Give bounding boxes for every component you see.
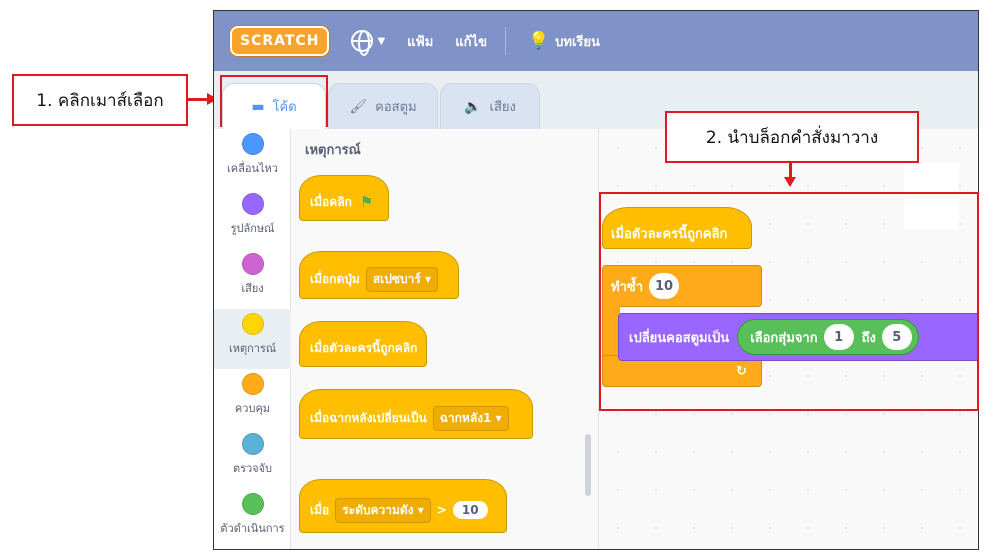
greater-than-label: > (436, 503, 447, 517)
when-sprite-clicked-block[interactable]: เมื่อตัวละครนี้ถูกคลิก (299, 321, 427, 367)
category-dot-icon (241, 433, 264, 455)
block-categories: เคลื่อนไหว รูปลักษณ์ เสียง เหตุการณ์ ควบ… (214, 129, 291, 549)
tab-code[interactable]: ▬ โค้ด (222, 83, 326, 129)
globe-icon (351, 30, 374, 56)
category-events[interactable]: เหตุการณ์ (214, 309, 291, 369)
speaker-icon: 🔈 (464, 98, 482, 115)
category-label: ตัวดำเนินการ (220, 522, 285, 535)
tab-code-label: โค้ด (272, 100, 297, 115)
tab-costumes[interactable]: 🖌 คอสตูม (328, 83, 438, 129)
dropdown-value: สเปซบาร์ (372, 271, 421, 286)
tab-sounds-label: เสียง (489, 100, 516, 115)
category-label: ตรวจจับ (232, 462, 273, 475)
chevron-down-icon: ▼ (377, 35, 386, 47)
category-sound[interactable]: เสียง (214, 249, 291, 309)
dropdown-value: ระดับความดัง (342, 502, 414, 517)
category-dot-icon (241, 373, 264, 395)
file-menu-label: แฟ้ม (407, 34, 434, 50)
annotation-step-2: 2. นำบล็อกคำสั่งมาวาง (665, 111, 919, 163)
category-label: รูปลักษณ์ (230, 222, 275, 235)
category-dot-icon (241, 193, 264, 215)
lightbulb-icon: 💡 (527, 31, 550, 51)
green-flag-icon: ⚑ (359, 193, 374, 211)
annotation-arrow-2 (789, 163, 792, 178)
block-text: เมื่อตัวละครนี้ถูกคลิก (310, 340, 418, 355)
when-backdrop-switches-block[interactable]: เมื่อฉากหลังเปลี่ยนเป็น ฉากหลัง1 ▾ (299, 389, 533, 439)
block-text: เมื่อคลิก (310, 194, 352, 209)
category-label: ควบคุม (234, 402, 271, 415)
brush-icon: 🖌 (349, 98, 368, 115)
menu-divider (504, 27, 506, 55)
annotation-step-1-text: 1. คลิกเมาส์เลือก (36, 90, 164, 111)
tutorials-menu[interactable]: 💡 บทเรียน (528, 31, 600, 52)
script-highlight (599, 192, 979, 411)
category-dot-icon (241, 133, 264, 155)
edit-menu-label: แก้ไข (455, 34, 487, 50)
category-dot-icon (241, 253, 264, 275)
category-control[interactable]: ควบคุม (214, 369, 291, 429)
block-text: เมื่อ (310, 502, 330, 517)
category-dot-icon (241, 313, 264, 335)
block-text: เมื่อกดปุ่ม (310, 271, 360, 286)
when-flag-clicked-block[interactable]: เมื่อคลิก ⚑ (299, 175, 389, 221)
category-sensing[interactable]: ตรวจจับ (214, 429, 291, 489)
palette-scrollbar[interactable] (585, 434, 591, 496)
edit-menu[interactable]: แก้ไข (455, 31, 487, 52)
annotation-step-1: 1. คลิกเมาส์เลือก (12, 74, 188, 126)
loudness-dropdown[interactable]: ระดับความดัง ▾ (335, 497, 431, 523)
category-dot-icon (241, 493, 264, 515)
annotation-step-2-text: 2. นำบล็อกคำสั่งมาวาง (705, 127, 879, 148)
backdrop-dropdown[interactable]: ฉากหลัง1 ▾ (432, 405, 509, 431)
language-menu[interactable]: ▼ (351, 30, 386, 56)
block-text: เมื่อฉากหลังเปลี่ยนเป็น (310, 410, 427, 425)
palette-section-title: เหตุการณ์ (305, 143, 361, 158)
category-operators[interactable]: ตัวดำเนินการ (214, 489, 291, 549)
annotation-arrow-2-head (784, 177, 796, 187)
code-icon: ▬ (251, 98, 265, 115)
dropdown-value: ฉากหลัง1 (439, 410, 492, 425)
category-label: เสียง (241, 282, 264, 295)
threshold-input[interactable]: 10 (452, 501, 488, 519)
when-key-pressed-block[interactable]: เมื่อกดปุ่ม สเปซบาร์ ▾ (299, 251, 459, 299)
workspace-patch (904, 163, 959, 193)
category-label: เคลื่อนไหว (227, 162, 278, 175)
tutorials-label: บทเรียน (555, 34, 600, 50)
key-dropdown[interactable]: สเปซบาร์ ▾ (365, 266, 439, 292)
scratch-logo[interactable]: SCRATCH (230, 26, 330, 56)
block-palette: เหตุการณ์ เมื่อคลิก ⚑ เมื่อกดปุ่ม สเปซบา… (291, 129, 599, 549)
category-looks[interactable]: รูปลักษณ์ (214, 189, 291, 249)
category-label: เหตุการณ์ (228, 342, 277, 355)
category-motion[interactable]: เคลื่อนไหว (214, 129, 291, 189)
menu-bar: SCRATCH ▼ แฟ้ม แก้ไข 💡 บทเรียน (214, 11, 978, 71)
file-menu[interactable]: แฟ้ม (407, 31, 433, 52)
tab-costumes-label: คอสตูม (375, 100, 417, 115)
logo-text: SCRATCH (240, 33, 320, 49)
when-loudness-greater-block[interactable]: เมื่อ ระดับความดัง ▾ > 10 (299, 479, 507, 533)
tab-sounds[interactable]: 🔈 เสียง (440, 83, 540, 129)
